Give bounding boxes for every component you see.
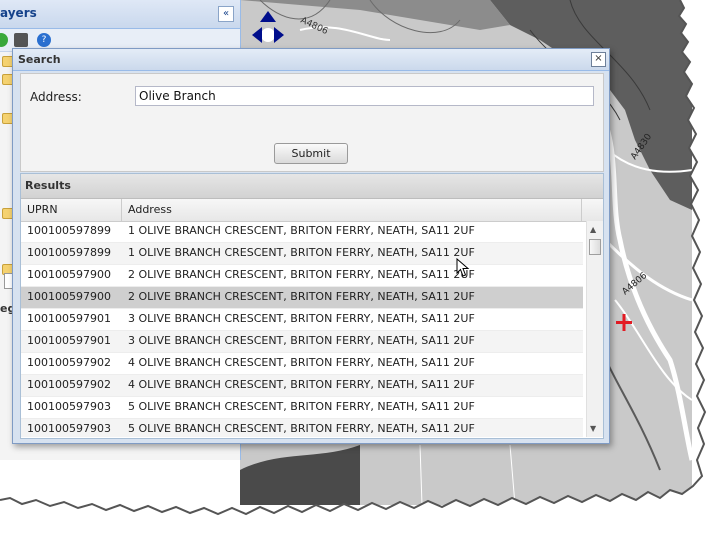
table-row[interactable]: 100100597902 4 OLIVE BRANCH CRESCENT, BRI… — [21, 375, 583, 397]
cell-uprn: 100100597903 — [27, 422, 111, 435]
table-row[interactable]: 100100597901 3 OLIVE BRANCH CRESCENT, BRI… — [21, 331, 583, 353]
column-header-spacer — [582, 199, 603, 221]
table-row[interactable]: 100100597899 1 OLIVE BRANCH CRESCENT, BRI… — [21, 221, 583, 243]
cell-address: 4 OLIVE BRANCH CRESCENT, BRITON FERRY, N… — [128, 356, 475, 369]
close-icon[interactable]: × — [591, 52, 606, 67]
search-window: Search × Address: Submit Results UPRN Ad… — [12, 48, 610, 444]
submit-button[interactable]: Submit — [274, 143, 348, 164]
cell-address: 1 OLIVE BRANCH CRESCENT, BRITON FERRY, N… — [128, 224, 475, 237]
cell-uprn: 100100597899 — [27, 224, 111, 237]
cell-uprn: 100100597899 — [27, 246, 111, 259]
cell-address: 4 OLIVE BRANCH CRESCENT, BRITON FERRY, N… — [128, 378, 475, 391]
search-window-title: Search — [18, 53, 61, 66]
scroll-down-icon[interactable]: ▼ — [590, 424, 596, 433]
table-row[interactable]: 100100597901 3 OLIVE BRANCH CRESCENT, BRI… — [21, 309, 583, 331]
search-window-titlebar[interactable]: Search × — [13, 49, 609, 71]
cell-uprn: 100100597901 — [27, 312, 111, 325]
address-label: Address: — [30, 90, 82, 104]
table-row[interactable]: 100100597902 4 OLIVE BRANCH CRESCENT, BRI… — [21, 353, 583, 375]
results-header: Results — [21, 174, 603, 199]
column-header-uprn[interactable]: UPRN — [21, 199, 122, 221]
cell-uprn: 100100597900 — [27, 290, 111, 303]
address-input[interactable] — [135, 86, 594, 106]
cell-address: 2 OLIVE BRANCH CRESCENT, BRITON FERRY, N… — [128, 290, 475, 303]
results-rows: 100100597899 1 OLIVE BRANCH CRESCENT, BRI… — [21, 221, 583, 437]
cell-uprn: 100100597901 — [27, 334, 111, 347]
cell-uprn: 100100597900 — [27, 268, 111, 281]
mouse-cursor-icon — [456, 258, 470, 277]
cell-uprn: 100100597902 — [27, 378, 111, 391]
column-header-address[interactable]: Address — [122, 199, 582, 221]
table-row[interactable]: 100100597903 5 OLIVE BRANCH CRESCENT, BRI… — [21, 397, 583, 419]
table-row[interactable]: 100100597900 2 OLIVE BRANCH CRESCENT, BRI… — [21, 265, 583, 287]
cell-address: 1 OLIVE BRANCH CRESCENT, BRITON FERRY, N… — [128, 246, 475, 259]
cell-uprn: 100100597903 — [27, 400, 111, 413]
column-headers: UPRN Address — [21, 199, 603, 222]
cell-address: 3 OLIVE BRANCH CRESCENT, BRITON FERRY, N… — [128, 334, 475, 347]
results-grid: Results UPRN Address 100100597899 1 OLIVE… — [20, 173, 604, 439]
table-row[interactable]: 100100597900 2 OLIVE BRANCH CRESCENT, BRI… — [21, 287, 583, 309]
cell-address: 2 OLIVE BRANCH CRESCENT, BRITON FERRY, N… — [128, 268, 475, 281]
cell-address: 5 OLIVE BRANCH CRESCENT, BRITON FERRY, N… — [128, 400, 475, 413]
search-form: Address: Submit — [20, 73, 604, 172]
vertical-scrollbar[interactable]: ▲ ▼ — [586, 221, 603, 437]
scroll-up-icon[interactable]: ▲ — [590, 225, 596, 234]
table-row[interactable]: 100100597899 1 OLIVE BRANCH CRESCENT, BRI… — [21, 243, 583, 265]
cell-address: 3 OLIVE BRANCH CRESCENT, BRITON FERRY, N… — [128, 312, 475, 325]
scrollbar-thumb[interactable] — [589, 239, 601, 255]
cell-address: 5 OLIVE BRANCH CRESCENT, BRITON FERRY, N… — [128, 422, 475, 435]
results-title: Results — [25, 179, 71, 192]
table-row[interactable]: 100100597903 5 OLIVE BRANCH CRESCENT, BRI… — [21, 419, 583, 437]
cell-uprn: 100100597902 — [27, 356, 111, 369]
